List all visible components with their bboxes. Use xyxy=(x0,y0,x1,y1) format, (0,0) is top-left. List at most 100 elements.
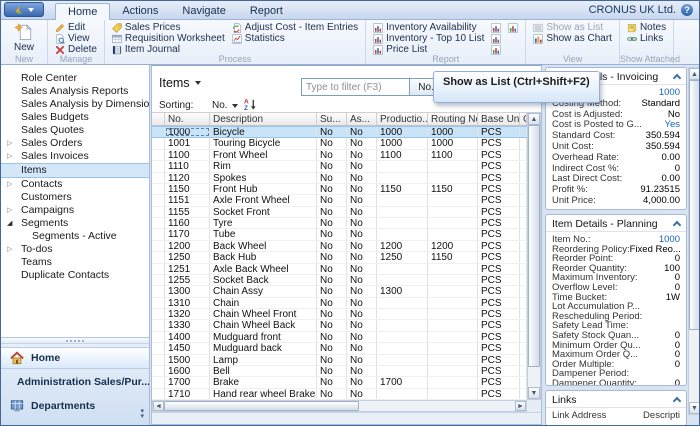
column-header-routing[interactable]: Routing No. xyxy=(428,113,478,125)
price-list-button[interactable]: Price List xyxy=(371,44,486,55)
delete-button[interactable]: Delete xyxy=(53,44,99,55)
configure-buttons-chevron[interactable]: ▾▾ xyxy=(140,409,144,419)
table-row[interactable]: 1151 Axle Front Wheel No No PCS xyxy=(152,195,527,206)
notes-button[interactable]: Notes xyxy=(625,22,668,33)
list-vertical-scrollbar[interactable]: ▲ ▼ xyxy=(527,112,541,400)
sidebar-item[interactable]: Campaigns xyxy=(1,204,149,217)
table-row[interactable]: 1300 Chain Assy No No 1300 PCS xyxy=(152,286,527,297)
expand-arrow-icon[interactable] xyxy=(7,150,12,163)
table-row[interactable]: 1001 Touring Bicycle No No 1000 1000 PCS xyxy=(152,138,527,149)
page-title-dropdown[interactable]: Items xyxy=(159,76,201,90)
report-extra-button-2[interactable] xyxy=(505,22,520,33)
factbox-scrollbar[interactable]: ▲ ▼ xyxy=(688,67,700,415)
sidebar-item[interactable]: Sales Invoices xyxy=(1,150,149,163)
report-extra-button-1[interactable] xyxy=(488,22,503,33)
collapse-chevron-icon[interactable] xyxy=(673,74,681,82)
expand-arrow-icon[interactable] xyxy=(7,137,12,150)
application-menu-button[interactable] xyxy=(4,2,44,17)
table-row[interactable]: 1320 Chain Wheel Front No No PCS xyxy=(152,309,527,320)
table-row[interactable]: 1150 Front Hub No No 1150 1150 PCS xyxy=(152,184,527,195)
collapse-chevron-icon[interactable] xyxy=(673,221,681,229)
sidebar-item[interactable]: Segments - Active xyxy=(1,230,149,243)
sidebar-item[interactable]: Segments xyxy=(1,217,149,230)
collapse-chevron-icon[interactable] xyxy=(673,397,681,405)
show-as-list-button[interactable]: Show as List xyxy=(531,22,614,33)
table-row[interactable]: 1710 Hand rear wheel Brake No No PCS xyxy=(152,389,527,400)
sidebar-item[interactable]: Sales Analysis by Dimensions xyxy=(1,98,149,111)
sidebar-item[interactable]: Items xyxy=(1,163,149,178)
help-icon[interactable]: ? xyxy=(681,4,693,16)
table-row[interactable]: 1330 Chain Wheel Back No No PCS xyxy=(152,320,527,331)
expand-arrow-icon[interactable] xyxy=(7,204,12,217)
list-horizontal-scrollbar[interactable]: ◄ ► xyxy=(152,400,527,412)
table-row[interactable]: 1600 Bell No No PCS xyxy=(152,366,527,377)
statistics-button[interactable]: Statistics xyxy=(230,33,360,44)
scrollbar-thumb[interactable] xyxy=(689,80,700,330)
table-row[interactable]: 1450 Mudguard back No No PCS xyxy=(152,343,527,354)
table-row[interactable]: 1400 Mudguard front No No PCS xyxy=(152,332,527,343)
expand-arrow-icon[interactable] xyxy=(7,217,12,230)
sidebar-item[interactable]: To-dos xyxy=(1,243,149,256)
links-button[interactable]: Links xyxy=(625,33,668,44)
new-button[interactable]: New xyxy=(6,22,42,53)
inventory-top10-button[interactable]: Inventory - Top 10 List xyxy=(371,33,486,44)
expand-arrow-icon[interactable] xyxy=(7,243,12,256)
column-header-base-unit[interactable]: Base Unit ... xyxy=(478,113,520,125)
links-col-address[interactable]: Link Address xyxy=(552,410,606,421)
scroll-right-button[interactable]: ► xyxy=(515,401,526,411)
stack-button-departments[interactable]: Departments xyxy=(1,395,149,417)
links-col-description[interactable]: Descripti xyxy=(643,410,680,421)
column-header-cut[interactable]: C xyxy=(520,113,527,125)
column-header-as[interactable]: As... xyxy=(347,113,377,125)
column-header-su[interactable]: Su... xyxy=(317,113,347,125)
table-row[interactable]: 1000 Bicycle No No 1000 1000 PCS xyxy=(152,126,527,138)
table-row[interactable]: 1100 Front Wheel No No 1100 1100 PCS xyxy=(152,150,527,161)
sales-prices-button[interactable]: Sales Prices xyxy=(110,22,227,33)
edit-button[interactable]: Edit xyxy=(53,22,99,33)
scroll-left-button[interactable]: ◄ xyxy=(153,401,164,411)
report-extra-button-3[interactable] xyxy=(488,33,503,44)
view-button[interactable]: View xyxy=(53,33,99,44)
expand-arrow-icon[interactable] xyxy=(7,178,12,191)
sidebar-item[interactable]: Sales Budgets xyxy=(1,111,149,124)
table-row[interactable]: 1255 Socket Back No No PCS xyxy=(152,275,527,286)
stack-splitter[interactable] xyxy=(1,338,149,344)
table-row[interactable]: 1170 Tube No No PCS xyxy=(152,229,527,240)
table-row[interactable]: 1155 Socket Front No No PCS xyxy=(152,207,527,218)
scrollbar-thumb[interactable] xyxy=(528,125,540,367)
table-row[interactable]: 1500 Lamp No No PCS xyxy=(152,355,527,366)
table-row[interactable]: 1120 Spokes No No PCS xyxy=(152,173,527,184)
column-header-selector[interactable] xyxy=(152,113,165,125)
factbox-header[interactable]: Item Details - Planning xyxy=(546,215,686,232)
filter-input[interactable] xyxy=(301,78,410,96)
column-header-no[interactable]: No. xyxy=(165,113,210,125)
adjust-cost-button[interactable]: Adjust Cost - Item Entries xyxy=(230,22,360,33)
field-value[interactable]: 1000 xyxy=(659,235,680,245)
table-row[interactable]: 1250 Back Hub No No 1250 1150 PCS xyxy=(152,252,527,263)
inventory-availability-button[interactable]: Inventory Availability xyxy=(371,22,486,33)
field-value[interactable]: Yes xyxy=(665,120,681,131)
requisition-worksheet-button[interactable]: Requisition Worksheet xyxy=(110,33,227,44)
sidebar-item[interactable]: Sales Orders xyxy=(1,137,149,150)
scroll-down-button[interactable]: ▼ xyxy=(528,387,540,399)
factbox-header[interactable]: Links xyxy=(546,391,686,408)
table-row[interactable]: 1251 Axle Back Wheel No No PCS xyxy=(152,264,527,275)
sorting-field-dropdown[interactable]: No. xyxy=(212,100,238,111)
table-row[interactable]: 1160 Tyre No No PCS xyxy=(152,218,527,229)
sidebar-item[interactable]: Sales Quotes xyxy=(1,124,149,137)
ribbon-tab[interactable]: Navigate xyxy=(170,3,237,19)
sidebar-item[interactable]: Contacts xyxy=(1,178,149,191)
table-row[interactable]: 1110 Rim No No PCS xyxy=(152,161,527,172)
sidebar-item[interactable]: Customers xyxy=(1,191,149,204)
sidebar-item[interactable]: Teams xyxy=(1,256,149,269)
report-extra-button-4[interactable] xyxy=(488,44,503,55)
sidebar-item[interactable]: Duplicate Contacts xyxy=(1,269,149,282)
table-row[interactable]: 1310 Chain No No PCS xyxy=(152,298,527,309)
stack-button-administration[interactable]: Administration Sales/Pur... xyxy=(1,371,149,393)
column-header-production[interactable]: Productio... xyxy=(377,113,428,125)
scroll-up-button[interactable]: ▲ xyxy=(689,68,700,80)
sidebar-item[interactable]: Sales Analysis Reports xyxy=(1,85,149,98)
ribbon-tab[interactable]: Home xyxy=(55,3,110,20)
stack-button-home[interactable]: Home xyxy=(1,347,149,369)
table-row[interactable]: 1200 Back Wheel No No 1200 1200 PCS xyxy=(152,241,527,252)
